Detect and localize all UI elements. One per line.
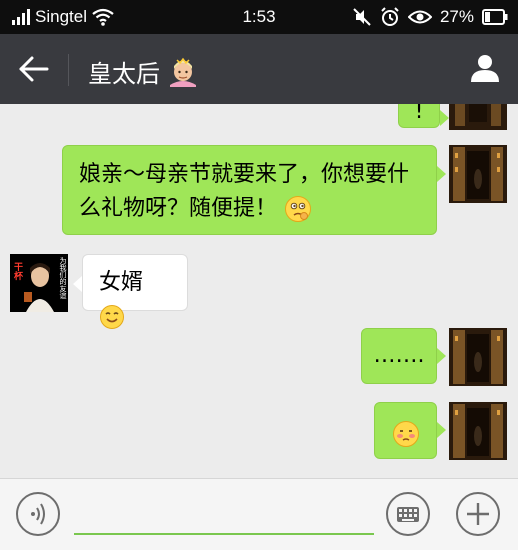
contact-avatar[interactable]: 干杯 为我们的友谊 (10, 254, 68, 312)
smile-emoji-icon (100, 305, 124, 329)
bubble-tail (437, 348, 446, 364)
voice-icon (31, 503, 45, 525)
emoji-person-crown-icon (170, 57, 196, 87)
battery-percent: 27% (439, 7, 474, 26)
bubble-tail (437, 166, 446, 182)
my-avatar[interactable] (449, 328, 507, 386)
plus-icon (467, 503, 489, 525)
blush-emoji-icon (392, 421, 419, 447)
keyboard-button[interactable] (386, 492, 430, 536)
message-text: ……. (373, 343, 425, 368)
status-bar: Singtel 1:53 27% (0, 0, 518, 34)
message-bubble-other[interactable]: 女婿 (82, 254, 188, 329)
my-avatar[interactable] (449, 145, 507, 203)
chat-title-text: 皇太后 (88, 60, 160, 88)
chat-title: 皇太后 (88, 54, 198, 89)
bubble-tail (73, 276, 82, 292)
message-bubble-mine[interactable] (374, 402, 437, 459)
message-text: 女婿 (99, 270, 144, 295)
bubble-tail (440, 110, 449, 126)
thinking-emoji-icon (285, 196, 312, 222)
avatar-badge: 干杯 (12, 262, 22, 280)
avatar-caption: 为我们的友谊 (59, 257, 67, 299)
status-right: 27% (352, 7, 508, 27)
input-bar (0, 478, 518, 550)
keyboard-icon (397, 507, 419, 522)
my-avatar[interactable] (449, 104, 507, 130)
more-button[interactable] (456, 492, 500, 536)
alarm-icon (381, 7, 399, 26)
mute-icon (353, 8, 371, 26)
message-bubble-mine[interactable]: ……. (361, 328, 437, 384)
message-bubble-mine[interactable]: 娘亲～母亲节就要来了，你想要什么礼物呀？随便提！ (62, 145, 437, 235)
my-avatar[interactable] (449, 402, 507, 460)
message-text: ! (414, 104, 424, 124)
eye-icon (407, 10, 432, 24)
person-icon[interactable] (470, 53, 500, 83)
voice-button[interactable] (16, 492, 60, 536)
message-list[interactable]: ! 娘亲～母亲节就要来了，你想要什么礼物呀？随便提！ 干杯 为我们的友谊 女婿 … (0, 104, 518, 478)
header-divider (68, 54, 69, 86)
message-input[interactable] (74, 497, 374, 535)
message-text: 娘亲～母亲节就要来了，你想要什么礼物呀？随便提！ (79, 162, 410, 221)
back-arrow-icon[interactable] (18, 54, 50, 84)
battery-icon (482, 9, 508, 25)
chat-header: 皇太后 (0, 34, 518, 104)
message-bubble-mine[interactable]: ! (398, 104, 440, 128)
bubble-tail (437, 422, 446, 438)
